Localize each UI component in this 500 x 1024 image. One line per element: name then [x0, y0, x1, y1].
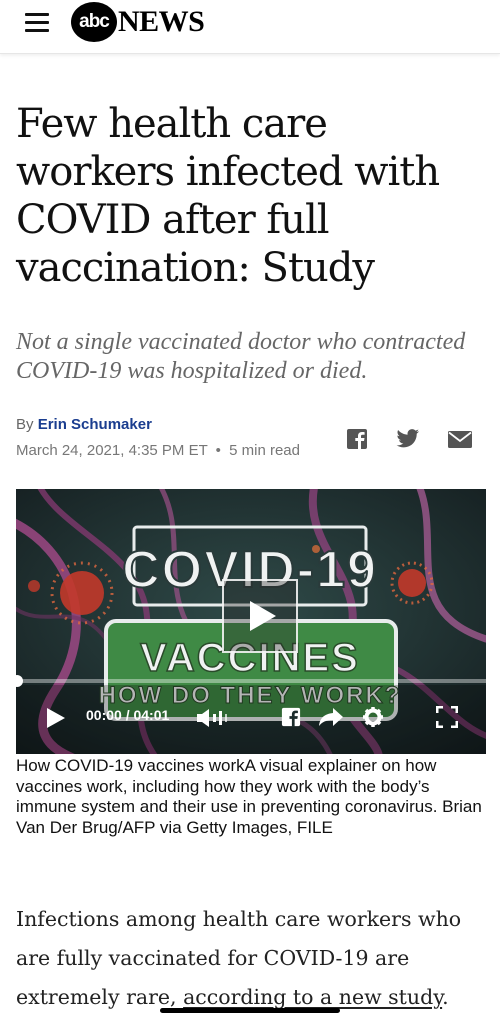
read-time: 5 min read [229, 442, 300, 459]
abc-logo-circle: abc [71, 2, 117, 42]
article-headline: Few health care workers infected with CO… [16, 101, 440, 291]
email-icon[interactable] [448, 431, 472, 453]
video-player[interactable]: COVID-19 VACCINES HOW DO THEY WORK? 00:0… [16, 489, 486, 754]
article-body-paragraph: Infections among health care workers who… [16, 900, 488, 1017]
facebook-share-icon[interactable] [281, 707, 301, 732]
publish-date: March 24, 2021, 4:35 PM ET [16, 442, 208, 459]
settings-gear-icon[interactable] [362, 706, 384, 733]
play-overlay-button[interactable] [222, 579, 298, 653]
body-text-end: . [442, 985, 449, 1009]
volume-icon[interactable] [196, 708, 230, 733]
news-wordmark: NEWS [118, 5, 205, 38]
play-icon[interactable] [44, 707, 66, 734]
study-link[interactable]: according to a new study [183, 985, 442, 1009]
video-time: 00:00 / 04:01 [86, 707, 170, 723]
video-progress-bar[interactable] [16, 675, 486, 687]
hamburger-menu-icon[interactable] [23, 11, 53, 35]
article-meta: March 24, 2021, 4:35 PM ET • 5 min read [16, 442, 300, 459]
share-arrow-icon[interactable] [318, 707, 344, 732]
author-link[interactable]: Erin Schumaker [38, 416, 152, 433]
play-overlay-icon [250, 601, 276, 631]
twitter-icon[interactable] [396, 428, 420, 450]
byline: By Erin Schumaker [16, 416, 152, 433]
abc-news-logo[interactable]: abc NEWS [71, 2, 205, 42]
facebook-icon[interactable] [346, 428, 370, 450]
meta-separator: • [215, 442, 221, 459]
fullscreen-icon[interactable] [435, 705, 459, 733]
byline-prefix: By [16, 416, 34, 433]
video-caption: How COVID-19 vaccines workA visual expla… [16, 756, 482, 837]
article-subheadline: Not a single vaccinated doctor who contr… [16, 329, 466, 384]
home-indicator[interactable] [160, 1008, 340, 1013]
top-nav-bar: abc NEWS [0, 0, 500, 54]
